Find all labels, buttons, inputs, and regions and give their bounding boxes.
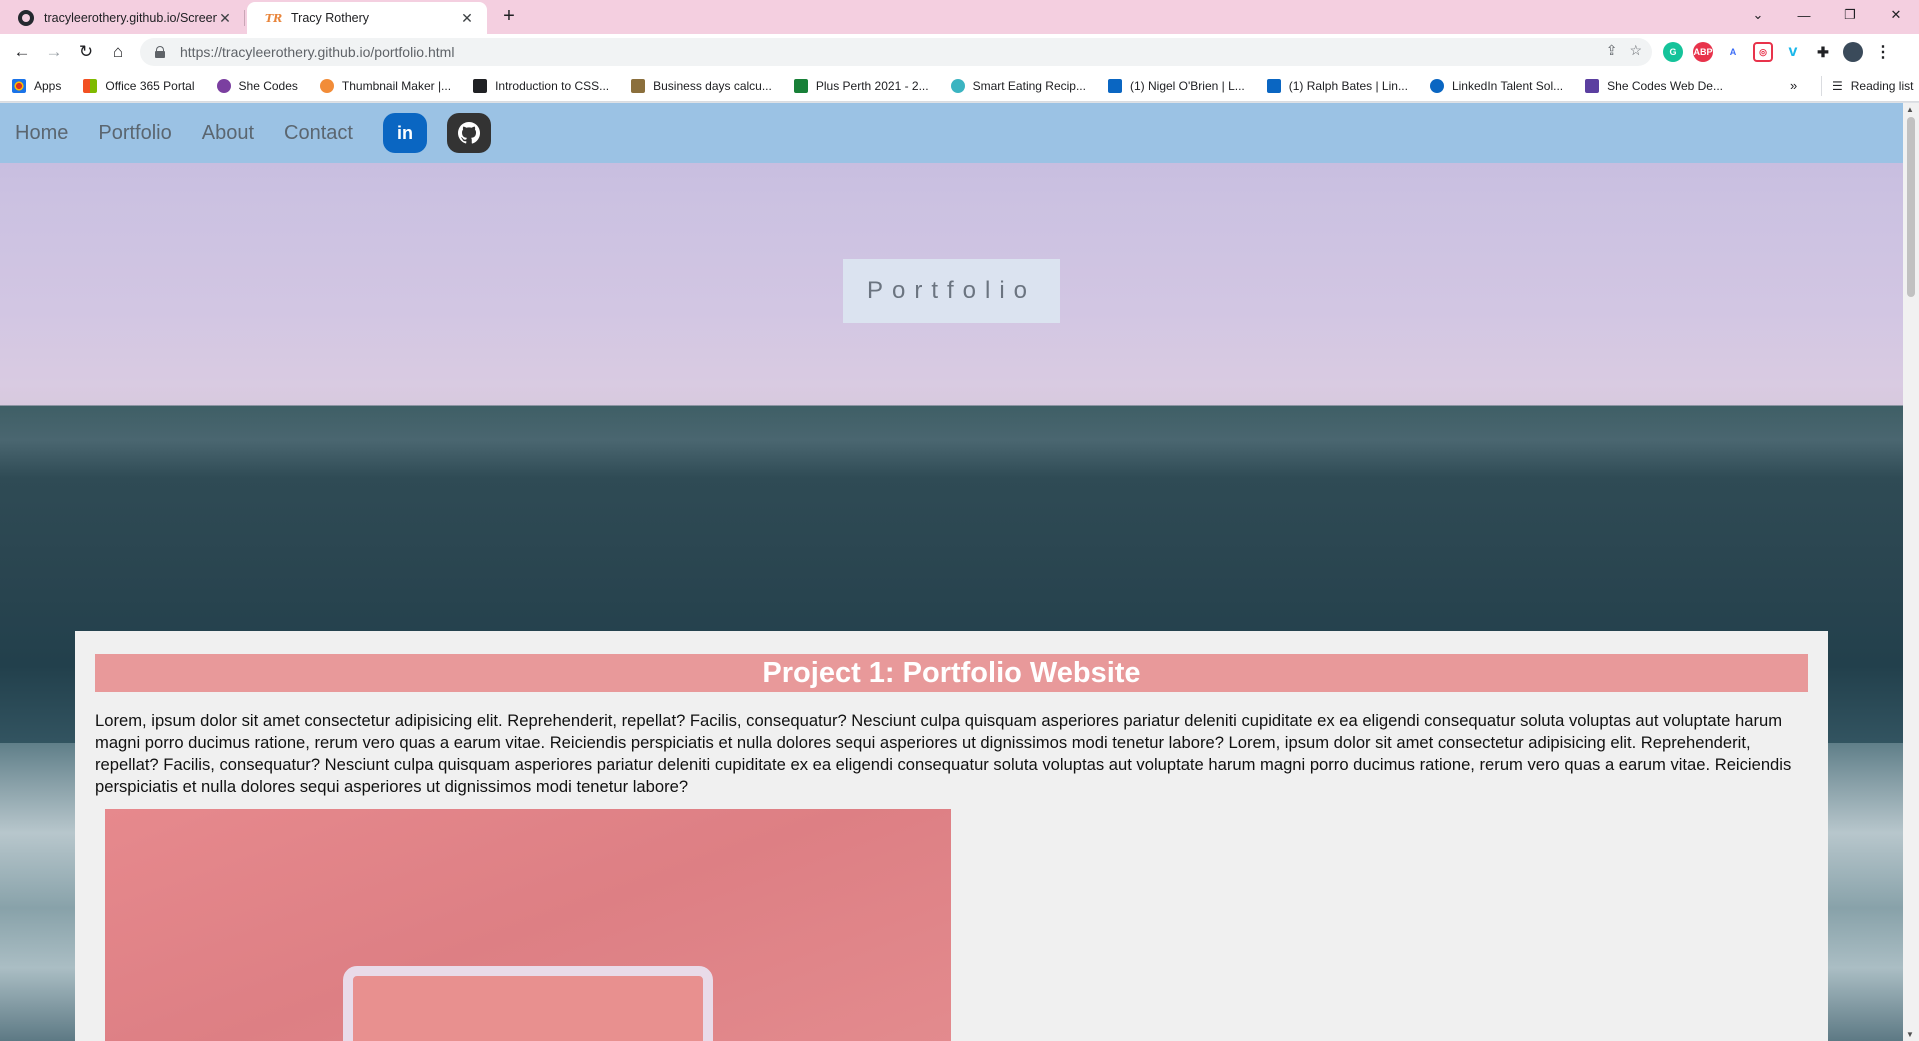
bookmark-label: She Codes [238,78,298,93]
bookmark-label: LinkedIn Talent Sol... [1451,78,1564,93]
hero-title: Portfolio [843,259,1060,323]
tab-search-icon[interactable]: ⌄ [1735,0,1781,30]
page-viewport: Home Portfolio About Contact in Portfoli… [0,103,1903,1041]
github-icon[interactable] [446,113,491,153]
shecodes-web-icon [1585,78,1600,93]
new-tab-button[interactable]: + [498,6,520,28]
vimeo-icon[interactable]: v [1783,42,1803,62]
tab-tracy-rothery[interactable]: TR Tracy Rothery ✕ [247,2,487,34]
wave-foam-right [1828,743,1903,1041]
nav-link-portfolio[interactable]: Portfolio [98,122,171,145]
profile-avatar[interactable] [1843,42,1863,62]
wave-foam-left [0,743,75,1041]
bookmark-label: Plus Perth 2021 - 2... [815,78,929,93]
bookmark-plus-perth[interactable]: Plus Perth 2021 - 2... [793,78,929,93]
tab-strip: tracyleerothery.github.io/Screens ✕ TR T… [0,0,1919,34]
project-description: Lorem, ipsum dolor sit amet consectetur … [95,711,1792,796]
reading-list-icon: ☰ [1832,79,1843,93]
tab-github-screens[interactable]: tracyleerothery.github.io/Screens ✕ [0,2,245,34]
css-icon [473,78,488,93]
bookmark-linkedin-talent[interactable]: LinkedIn Talent Sol... [1429,78,1564,93]
bookmark-nigel-obrien[interactable]: (1) Nigel O'Brien | L... [1107,78,1245,93]
bookmark-label: (1) Nigel O'Brien | L... [1129,78,1245,93]
bookmark-intro-css[interactable]: Introduction to CSS... [473,78,610,93]
talent-icon [1429,78,1444,93]
reading-list-label: Reading list [1850,79,1914,93]
close-tab-icon[interactable]: ✕ [217,10,233,27]
bookmark-shecodes-web[interactable]: She Codes Web De... [1585,78,1723,93]
more-bookmarks-icon[interactable]: » [1790,78,1797,93]
screenshot-icon[interactable]: ◎ [1753,42,1773,62]
shecodes-icon [216,78,231,93]
scroll-thumb[interactable] [1907,117,1915,297]
back-button[interactable]: ← [10,40,34,64]
thumbnail-icon [319,78,334,93]
github-octocat-glyph [457,122,480,144]
extension-a-icon[interactable]: A [1723,42,1743,62]
extensions-area: G ABP A ◎ v ✚ ⋮ [1663,42,1893,62]
bookmark-smart-eating[interactable]: Smart Eating Recip... [950,78,1086,93]
site-navbar: Home Portfolio About Contact in [0,103,1903,163]
office-icon [83,78,98,93]
bookmark-label: She Codes Web De... [1607,78,1723,93]
url-text: https://tracyleerothery.github.io/portfo… [180,44,455,60]
window-controls: ⌄ — ❐ ✕ [1735,0,1919,30]
tab-title: Tracy Rothery [291,11,370,25]
bookmark-office365[interactable]: Office 365 Portal [83,78,195,93]
reading-list-button[interactable]: ☰ Reading list [1821,76,1913,96]
menu-kebab-icon[interactable]: ⋮ [1873,42,1893,62]
linkedin-icon [1107,78,1122,93]
lock-icon[interactable] [154,46,166,58]
page-scrollbar[interactable]: ▲ ▼ [1903,103,1919,1041]
nav-link-contact[interactable]: Contact [284,122,353,145]
apps-grid-icon [12,78,26,93]
reload-button[interactable]: ↻ [74,40,98,64]
bookmark-label: Business days calcu... [653,78,772,93]
minimize-button[interactable]: — [1781,0,1827,30]
scroll-down-arrow-icon[interactable]: ▼ [1906,1030,1914,1039]
project-card: Project 1: Portfolio Website Lorem, ipsu… [75,631,1828,1041]
bookmark-ralph-bates[interactable]: (1) Ralph Bates | Lin... [1266,78,1408,93]
bookmark-apps[interactable]: Apps [12,78,62,93]
sheets-icon [793,78,808,93]
browser-toolbar: ← → ↻ ⌂ https://tracyleerothery.github.i… [0,34,1919,70]
calendar-icon [631,78,646,93]
bookmark-thumbnail-maker[interactable]: Thumbnail Maker |... [319,78,452,93]
extensions-puzzle-icon[interactable]: ✚ [1813,42,1833,62]
share-icon[interactable]: ⇪ [1606,42,1618,59]
bookmark-label: Apps [34,78,62,93]
restore-button[interactable]: ❐ [1827,0,1873,30]
laptop-screen-frame [343,966,713,1041]
recipe-icon [950,78,965,93]
bookmark-business-days[interactable]: Business days calcu... [631,78,772,93]
github-icon [18,10,34,26]
linkedin-icon [1266,78,1281,93]
bookmark-label: Thumbnail Maker |... [341,78,452,93]
project-heading: Project 1: Portfolio Website [95,654,1808,692]
linkedin-icon[interactable]: in [382,113,427,153]
nav-link-about[interactable]: About [202,122,254,145]
address-bar[interactable]: https://tracyleerothery.github.io/portfo… [140,38,1652,66]
close-tab-icon[interactable]: ✕ [459,10,475,27]
scroll-up-arrow-icon[interactable]: ▲ [1906,105,1914,114]
nav-link-home[interactable]: Home [15,122,68,145]
forward-button[interactable]: → [42,40,66,64]
bookmark-label: (1) Ralph Bates | Lin... [1288,78,1408,93]
bookmark-label: Introduction to CSS... [495,78,610,93]
close-window-button[interactable]: ✕ [1873,0,1919,30]
home-button[interactable]: ⌂ [106,40,130,64]
bookmark-star-icon[interactable]: ☆ [1629,42,1642,59]
project-screenshot-image [105,809,951,1041]
grammarly-icon[interactable]: G [1663,42,1683,62]
bookmark-label: Office 365 Portal [105,78,195,93]
tr-logo-icon: TR [265,11,283,25]
tab-title: tracyleerothery.github.io/Screens [44,11,217,25]
bookmarks-bar: Apps Office 365 Portal She Codes Thumbna… [0,70,1919,102]
bookmark-shecodes[interactable]: She Codes [216,78,298,93]
adblock-icon[interactable]: ABP [1693,42,1713,62]
bookmark-label: Smart Eating Recip... [972,78,1086,93]
